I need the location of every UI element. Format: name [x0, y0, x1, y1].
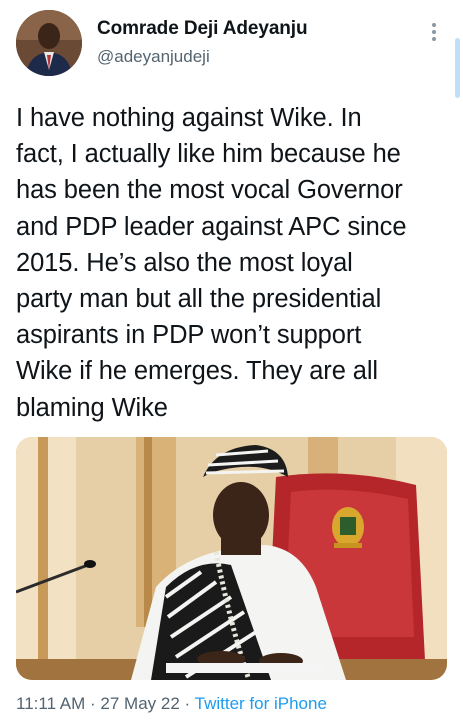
scroll-indicator: [455, 38, 460, 98]
tweet-text-line: I have nothing against Wike. In: [16, 104, 362, 132]
tweet-source-link[interactable]: Twitter for iPhone: [195, 694, 327, 713]
tweet-text-line: Wike if he emerges. They are all: [16, 357, 378, 386]
avatar[interactable]: [16, 10, 82, 76]
photo-man-in-chamber: [16, 437, 447, 680]
tweet-text-line: 2015. He’s also the most loyal: [16, 248, 353, 277]
avatar-image: [16, 10, 82, 76]
tweet-photo[interactable]: [16, 437, 447, 680]
author-handle[interactable]: @adeyanjudeji: [97, 47, 210, 67]
author-display-name[interactable]: Comrade Deji Adeyanju: [97, 18, 308, 40]
tweet-text-line: and PDP leader against APC since: [16, 212, 407, 241]
tweet-date[interactable]: 27 May 22: [100, 694, 179, 713]
more-vertical-icon[interactable]: [427, 20, 441, 44]
tweet-text-line: aspirants in PDP won’t support: [16, 321, 362, 350]
tweet-text-line: blaming Wike: [16, 393, 168, 422]
tweet-header: Comrade Deji Adeyanju @adeyanjudeji: [0, 0, 463, 98]
tweet-text-line: fact, I actually like him because he: [16, 140, 401, 169]
tweet-meta: 11:11 AM · 27 May 22 · Twitter for iPhon…: [16, 694, 327, 714]
tweet-time[interactable]: 11:11 AM: [16, 694, 85, 713]
separator-dot: ·: [85, 694, 101, 713]
tweet-text-line: has been the most vocal Governor: [16, 176, 403, 205]
tweet-text: I have nothing against Wike. In fact, I …: [16, 100, 446, 426]
tweet-text-line: party man but all the presidential: [16, 285, 382, 314]
separator-dot: ·: [179, 694, 195, 713]
